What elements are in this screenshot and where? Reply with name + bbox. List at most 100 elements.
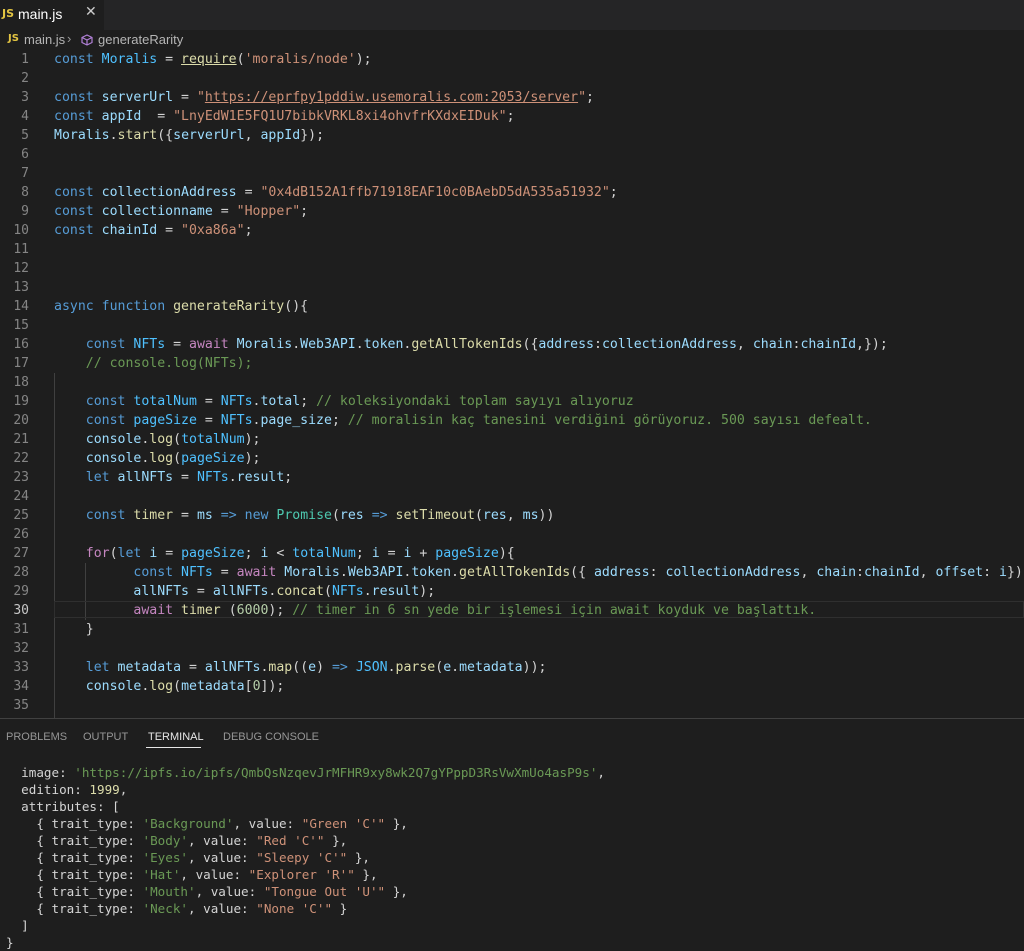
code-line[interactable]: 3 const serverUrl = "https://eprfpy1pddiw… — [0, 88, 1024, 107]
code-line[interactable]: 31 } — [0, 620, 1024, 639]
code-token: ); — [244, 432, 261, 447]
code-line[interactable]: 26 — [0, 525, 1024, 544]
code-line[interactable]: 12 — [0, 259, 1024, 278]
terminal-token: 'https://ipfs.io/ipfs/QmbQsNzqevJrMFHR9x… — [74, 765, 598, 780]
close-icon[interactable]: ✕ — [85, 4, 97, 20]
code-line[interactable]: 28 const NFTs = await Moralis.Web3API.to… — [0, 563, 1024, 582]
terminal-line: image: 'https://ipfs.io/ipfs/QmbQsNzqevJ… — [6, 764, 605, 781]
code-token: . — [339, 565, 348, 580]
code-line[interactable]: 22 console.log(pageSize); — [0, 449, 1024, 468]
code-token: ; — [331, 413, 348, 428]
code-line[interactable]: 20 const pageSize = NFTs.page_size; // m… — [0, 411, 1024, 430]
code-line[interactable]: 8 const collectionAddress = "0x4dB152A1ff… — [0, 183, 1024, 202]
code-line[interactable]: 25 const timer = ms => new Promise(res =… — [0, 506, 1024, 525]
line-number: 30 — [13, 603, 29, 618]
code-line[interactable]: 10 const chainId = "0xa86a"; — [0, 221, 1024, 240]
tab-output[interactable]: OUTPUT — [83, 731, 128, 743]
code-token: 0 — [252, 679, 261, 694]
code-line[interactable]: 2 — [0, 69, 1024, 88]
code-token: // console.log(NFTs); — [85, 356, 253, 371]
code-line[interactable]: 13 — [0, 278, 1024, 297]
terminal-output[interactable]: image: 'https://ipfs.io/ipfs/QmbQsNzqevJ… — [6, 764, 605, 951]
tab-debug-console[interactable]: DEBUG CONSOLE — [223, 731, 319, 743]
terminal-line: { trait_type: 'Body', value: "Red 'C'" }… — [6, 832, 605, 849]
line-number: 5 — [21, 128, 29, 143]
code-editor[interactable]: 1 const Moralis = require('moralis/node')… — [0, 50, 1024, 718]
code-token: = — [157, 546, 182, 561]
code-token: for — [85, 546, 110, 561]
code-line[interactable]: 24 — [0, 487, 1024, 506]
code-line[interactable]: 5 Moralis.start({serverUrl, appId}); — [0, 126, 1024, 145]
code-token: res — [339, 508, 364, 523]
code-line[interactable]: 15 — [0, 316, 1024, 335]
line-number: 22 — [13, 451, 29, 466]
line-number: 20 — [13, 413, 29, 428]
code-text: async function generateRarity(){ — [54, 297, 308, 316]
code-token: pageSize — [435, 546, 499, 561]
code-token: let — [117, 546, 150, 561]
code-token: metadata — [117, 660, 182, 675]
code-token: Web3API — [300, 337, 356, 352]
code-line[interactable]: 34 console.log(metadata[0]); — [0, 677, 1024, 696]
code-token: chainId — [800, 337, 857, 352]
breadcrumb-separator: › — [67, 31, 72, 46]
code-line[interactable]: 33 let metadata = allNFTs.map((e) => JSO… — [0, 658, 1024, 677]
code-token: ); — [419, 584, 436, 599]
line-number: 11 — [13, 242, 29, 257]
code-token: ({ — [522, 337, 539, 352]
code-token: e — [308, 660, 317, 675]
terminal-line: attributes: [ — [6, 798, 605, 815]
code-token: 6000 — [236, 603, 269, 618]
code-line[interactable]: 29 allNFTs = allNFTs.concat(NFTs.result)… — [0, 582, 1024, 601]
code-token: concat — [276, 584, 324, 599]
code-line[interactable]: 18 — [0, 373, 1024, 392]
code-token: metadata — [459, 660, 523, 675]
code-token: : — [856, 565, 864, 580]
code-token: ( — [236, 52, 245, 67]
code-line[interactable]: 17 // console.log(NFTs); — [0, 354, 1024, 373]
code-token: ); — [355, 52, 372, 67]
breadcrumb-file[interactable]: main.js — [24, 32, 65, 47]
tab-terminal[interactable]: TERMINAL — [148, 731, 204, 743]
code-token: . — [228, 470, 237, 485]
code-token: collectionAddress — [665, 565, 801, 580]
code-token: : — [593, 337, 602, 352]
code-line[interactable]: 35 — [0, 696, 1024, 715]
tab-problems[interactable]: PROBLEMS — [6, 731, 67, 743]
code-line[interactable]: 9 const collectionname = "Hopper"; — [0, 202, 1024, 221]
code-line[interactable]: 27 for(let i = pageSize; i < totalNum; i… — [0, 544, 1024, 563]
code-line[interactable]: 7 — [0, 164, 1024, 183]
code-token: pageSize — [133, 413, 197, 428]
code-token: ( — [331, 508, 340, 523]
code-token: } — [54, 622, 94, 637]
terminal-token: "None 'C'" — [256, 901, 333, 916]
code-token: => — [331, 660, 348, 675]
code-line[interactable]: 16 const NFTs = await Moralis.Web3API.to… — [0, 335, 1024, 354]
code-line[interactable]: 11 — [0, 240, 1024, 259]
code-line[interactable]: 32 — [0, 639, 1024, 658]
code-token: log — [149, 451, 174, 466]
code-token: = — [212, 565, 237, 580]
tab-main-js[interactable]: JS main.js ✕ — [0, 0, 104, 30]
terminal-token: }, — [354, 867, 378, 882]
code-token: ); — [268, 603, 285, 618]
code-line[interactable]: 6 — [0, 145, 1024, 164]
code-line[interactable]: 30 await timer (6000); // timer in 6 sn … — [0, 601, 1024, 620]
code-line[interactable]: 19 const totalNum = NFTs.total; // kolek… — [0, 392, 1024, 411]
code-line[interactable]: 1 const Moralis = require('moralis/node')… — [0, 50, 1024, 69]
code-text: console.log(totalNum); — [54, 430, 261, 449]
code-line[interactable]: 14 async function generateRarity(){ — [0, 297, 1024, 316]
code-token: chainId — [863, 565, 920, 580]
code-line[interactable]: 23 let allNFTs = NFTs.result; — [0, 468, 1024, 487]
terminal-token: , — [597, 765, 606, 780]
code-line[interactable]: 4 const appId = "LnyEdW1E5FQ1U7bibkVRKL8x… — [0, 107, 1024, 126]
terminal-token: 'Hat' — [142, 867, 181, 882]
breadcrumb-symbol[interactable]: generateRarity — [98, 32, 183, 47]
code-line[interactable]: 21 console.log(totalNum); — [0, 430, 1024, 449]
code-token: totalNum — [133, 394, 197, 409]
code-token: // moralisin kaç tanesini verdiğini görü… — [347, 413, 872, 428]
